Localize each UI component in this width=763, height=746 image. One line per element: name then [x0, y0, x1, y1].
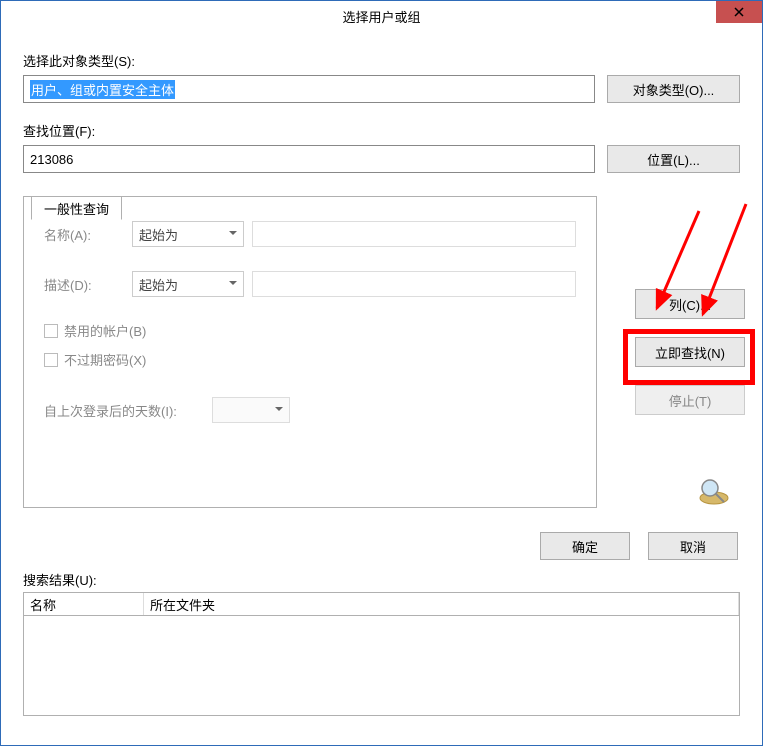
- stop-button: 停止(T): [635, 385, 745, 415]
- results-col-name[interactable]: 名称: [24, 593, 144, 615]
- disabled-accounts-checkbox[interactable]: 禁用的帐户(B): [44, 321, 576, 340]
- desc-label: 描述(D):: [44, 275, 124, 294]
- location-label: 查找位置(F):: [23, 121, 740, 140]
- days-combo: [212, 397, 290, 423]
- name-label: 名称(A):: [44, 225, 124, 244]
- non-expiring-checkbox[interactable]: 不过期密码(X): [44, 350, 576, 369]
- location-row: 213086 位置(L)...: [23, 145, 740, 173]
- location-field[interactable]: 213086: [23, 145, 595, 173]
- disabled-accounts-label: 禁用的帐户(B): [64, 321, 146, 340]
- find-now-button[interactable]: 立即查找(N): [635, 337, 745, 367]
- bottom-button-row: 确定 取消: [23, 522, 738, 560]
- object-type-field[interactable]: 用户、组或内置安全主体: [23, 75, 595, 103]
- dialog-title: 选择用户或组: [342, 7, 420, 26]
- results-col-folder[interactable]: 所在文件夹: [144, 593, 739, 615]
- results-list[interactable]: [23, 616, 740, 716]
- cancel-button[interactable]: 取消: [648, 532, 738, 560]
- close-icon: [734, 7, 744, 17]
- results-header: 名称 所在文件夹: [23, 592, 740, 616]
- dialog-content: 选择此对象类型(S): 用户、组或内置安全主体 对象类型(O)... 查找位置(…: [1, 31, 762, 726]
- tab-body: 名称(A): 起始为 描述(D): 起始为 禁用的帐户(B) 不过期密码(X): [23, 196, 597, 508]
- titlebar: 选择用户或组: [1, 1, 762, 31]
- desc-row: 描述(D): 起始为: [44, 271, 576, 297]
- object-type-value: 用户、组或内置安全主体: [30, 80, 175, 99]
- right-button-column: 列(C)... 立即查找(N) 停止(T): [635, 289, 745, 415]
- dialog-window: 选择用户或组 选择此对象类型(S): 用户、组或内置安全主体 对象类型(O)..…: [0, 0, 763, 746]
- non-expiring-label: 不过期密码(X): [64, 350, 146, 369]
- days-row: 自上次登录后的天数(I):: [44, 397, 576, 423]
- object-type-row: 用户、组或内置安全主体 对象类型(O)...: [23, 75, 740, 103]
- object-type-label: 选择此对象类型(S):: [23, 51, 740, 70]
- magnifier-icon: [692, 476, 732, 508]
- checkbox-icon: [44, 324, 58, 338]
- desc-combo[interactable]: 起始为: [132, 271, 244, 297]
- columns-button[interactable]: 列(C)...: [635, 289, 745, 319]
- close-button[interactable]: [716, 1, 762, 23]
- ok-button[interactable]: 确定: [540, 532, 630, 560]
- tab-common-queries[interactable]: 一般性查询: [31, 196, 122, 220]
- days-label: 自上次登录后的天数(I):: [44, 401, 204, 420]
- object-types-button[interactable]: 对象类型(O)...: [607, 75, 740, 103]
- checkbox-icon: [44, 353, 58, 367]
- name-input[interactable]: [252, 221, 576, 247]
- name-row: 名称(A): 起始为: [44, 221, 576, 247]
- locations-button[interactable]: 位置(L)...: [607, 145, 740, 173]
- tab-panel: 一般性查询 名称(A): 起始为 描述(D): 起始为 禁用的帐户(B): [23, 196, 740, 508]
- location-value: 213086: [30, 152, 73, 167]
- desc-input[interactable]: [252, 271, 576, 297]
- name-combo[interactable]: 起始为: [132, 221, 244, 247]
- results-label: 搜索结果(U):: [23, 570, 740, 589]
